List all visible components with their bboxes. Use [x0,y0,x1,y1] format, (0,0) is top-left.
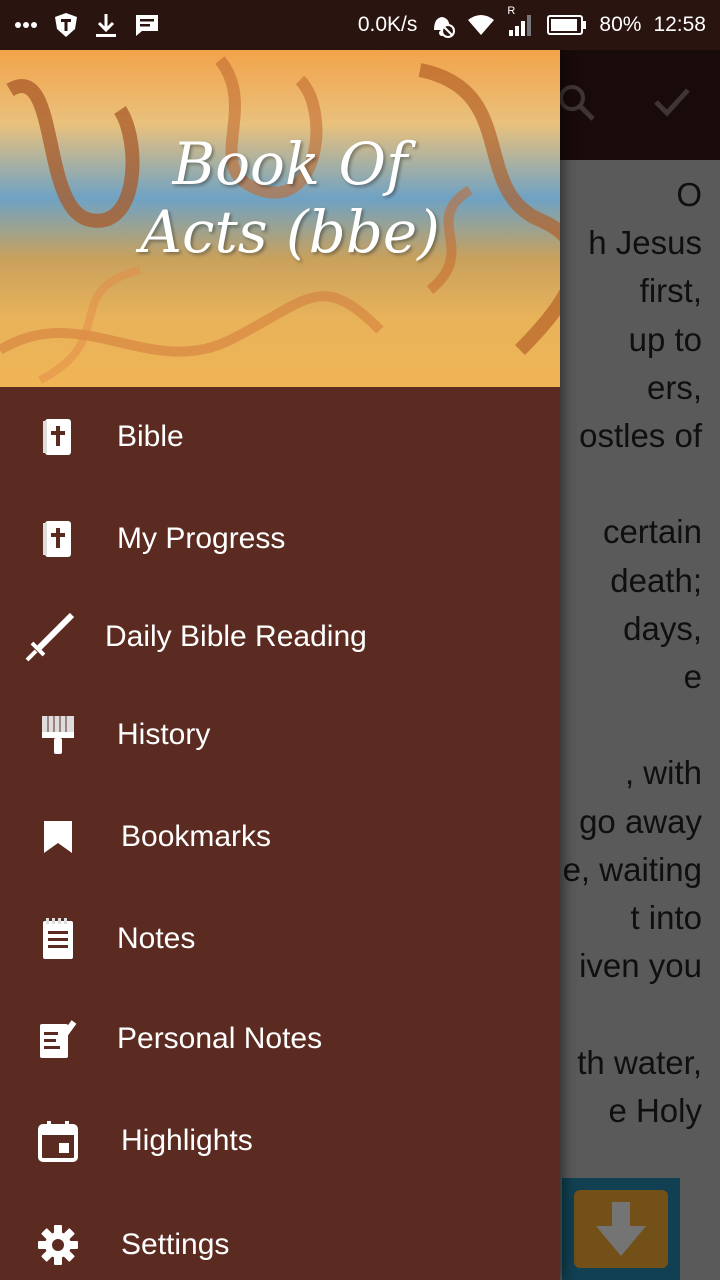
personal-notes-icon [30,1011,86,1067]
menu-label-personal-notes: Personal Notes [117,1022,323,1055]
menu-label-bible: Bible [117,420,184,453]
app-title: Book Of Acts (bbe) [130,130,450,266]
menu-item-highlights[interactable]: Highlights [0,1096,560,1186]
calendar-icon [30,1113,86,1169]
sword-icon [22,609,78,665]
more-dots-icon [14,21,38,29]
app-title-line2: Acts (bbe) [140,198,440,266]
app-title-line1: Book Of [172,130,408,198]
bookmark-icon [30,809,86,865]
menu-item-history[interactable]: History [0,690,560,780]
menu-label-history: History [117,718,211,751]
roaming-indicator: R [507,5,516,17]
menu-label-highlights: Highlights [121,1124,253,1157]
menu-item-notes[interactable]: Notes [0,894,560,984]
menu-item-bible[interactable]: Bible [0,392,560,482]
menu-label-my-progress: My Progress [117,522,286,555]
battery-icon [547,14,587,36]
status-bar: 0.0K/s R 80% 12:58 [0,0,720,50]
download-icon [94,12,118,38]
menu-item-my-progress[interactable]: My Progress [0,494,560,584]
bible-icon [30,409,86,465]
menu-label-daily-bible-reading: Daily Bible Reading [105,620,367,653]
bible-icon [30,511,86,567]
menu-label-settings: Settings [121,1228,230,1261]
drawer-header: Book Of Acts (bbe) [0,50,560,387]
clock: 12:58 [653,13,706,36]
menu-item-settings[interactable]: Settings [0,1200,560,1280]
menu-item-personal-notes[interactable]: Personal Notes [0,994,560,1084]
battery-percent: 80% [599,13,642,36]
navigation-drawer: Book Of Acts (bbe) Bible My Progress Dai… [0,50,560,1280]
shield-icon [54,12,78,38]
wifi-icon [467,14,495,36]
menu-item-daily-bible-reading[interactable]: Daily Bible Reading [0,592,560,682]
gear-icon [30,1217,86,1273]
menu-label-notes: Notes [117,922,196,955]
menu-label-bookmarks: Bookmarks [121,820,272,853]
brush-icon [30,707,86,763]
network-speed: 0.0K/s [357,13,418,36]
alarm-off-icon [429,12,456,38]
menu-item-bookmarks[interactable]: Bookmarks [0,792,560,882]
notes-icon [30,911,86,967]
signal-icon: R [507,5,535,37]
message-icon [134,13,160,37]
